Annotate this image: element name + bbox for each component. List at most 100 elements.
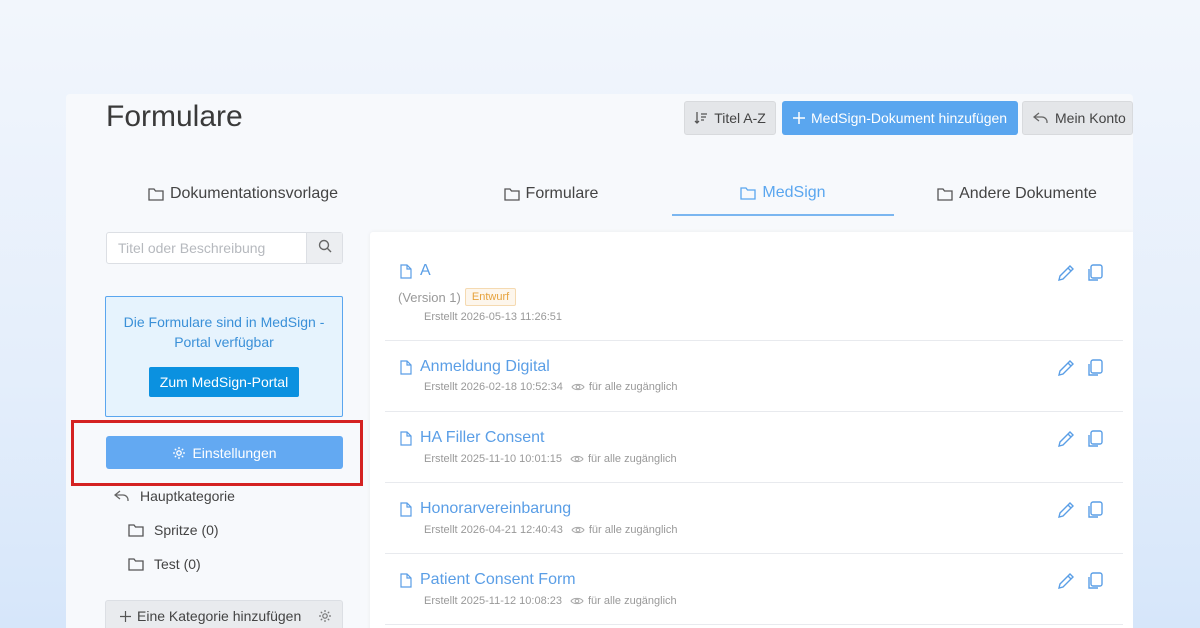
- settings-button[interactable]: Einstellungen: [106, 436, 343, 469]
- document-actions: [1047, 263, 1105, 283]
- eye-icon: [570, 454, 584, 464]
- document-title-link[interactable]: HA Filler Consent: [400, 429, 545, 447]
- document-meta: Erstellt 2026-02-18 10:52:34 für alle zu…: [424, 381, 678, 393]
- document-title: Patient Consent Form: [420, 571, 576, 588]
- document-title: Honorarvereinbarung: [420, 500, 572, 517]
- document-created: Erstellt 2026-04-21 12:40:43: [424, 524, 563, 536]
- tab-andere-dokumente[interactable]: Andere Dokumente: [906, 172, 1128, 216]
- sort-icon: [694, 111, 708, 125]
- tab-label: Formulare: [525, 185, 599, 202]
- reply-arrow-icon: [1033, 111, 1049, 125]
- document-row[interactable]: Anmeldung Digital Erstellt 2026-02-18 10…: [385, 341, 1123, 412]
- tab-label: Dokumentationsvorlage: [169, 185, 339, 202]
- tab-label: Andere Dokumente: [959, 185, 1097, 202]
- document-meta: Erstellt 2025-11-10 10:01:15 für alle zu…: [424, 453, 677, 465]
- document-actions: [1047, 429, 1105, 449]
- document-row[interactable]: A (Version 1) Entwurf Erstellt 2026-05-1…: [385, 232, 1123, 341]
- visibility: für alle zugänglich: [571, 524, 678, 536]
- category-item[interactable]: Spritze (0): [128, 522, 219, 538]
- category-label: Spritze (0): [154, 522, 219, 538]
- add-medsign-document-button[interactable]: MedSign-Dokument hinzufügen: [782, 101, 1018, 135]
- medsign-portal-button[interactable]: Zum MedSign-Portal: [148, 367, 300, 397]
- eye-icon: [571, 382, 585, 392]
- tab-bar: Dokumentationsvorlage Formulare MedSign …: [66, 172, 1133, 216]
- document-created: Erstellt 2026-02-18 10:52:34: [424, 381, 563, 393]
- document-created: Erstellt 2025-11-10 10:01:15: [424, 453, 562, 465]
- document-created: Erstellt 2025-11-12 10:08:23: [424, 595, 562, 607]
- document-actions: [1047, 500, 1105, 520]
- tab-medsign[interactable]: MedSign: [672, 172, 894, 216]
- sort-button[interactable]: Titel A-Z: [684, 101, 776, 135]
- main-category-link[interactable]: Hauptkategorie: [114, 488, 235, 504]
- document-title-link[interactable]: Anmeldung Digital: [400, 358, 550, 376]
- copy-icon[interactable]: [1085, 429, 1105, 449]
- visibility-label: für alle zugänglich: [588, 381, 678, 393]
- document-row[interactable]: HA Filler Consent Erstellt 2025-11-10 10…: [385, 412, 1123, 483]
- category-settings-gear-icon[interactable]: [318, 609, 332, 623]
- folder-icon: [128, 523, 144, 537]
- pencil-icon[interactable]: [1056, 263, 1076, 283]
- document-version: (Version 1): [398, 289, 461, 305]
- tab-formulare[interactable]: Formulare: [436, 172, 666, 216]
- document-title-link[interactable]: Honorarvereinbarung: [400, 500, 571, 518]
- document-title: Anmeldung Digital: [420, 358, 550, 375]
- info-text: Die Formulare sind in MedSign - Portal v…: [123, 314, 325, 350]
- gear-icon: [172, 446, 186, 460]
- document-icon: [400, 430, 412, 446]
- folder-icon: [503, 187, 520, 201]
- document-meta: Erstellt 2026-04-21 12:40:43 für alle zu…: [424, 524, 678, 536]
- copy-icon[interactable]: [1085, 500, 1105, 520]
- visibility: für alle zugänglich: [571, 381, 678, 393]
- document-actions: [1047, 358, 1105, 378]
- document-row[interactable]: Honorarvereinbarung Erstellt 2026-04-21 …: [385, 483, 1123, 554]
- tab-dokumentationsvorlage[interactable]: Dokumentationsvorlage: [106, 172, 380, 216]
- copy-icon[interactable]: [1085, 358, 1105, 378]
- document-icon: [400, 359, 412, 375]
- my-account-label: Mein Konto: [1055, 110, 1126, 126]
- pencil-icon[interactable]: [1056, 429, 1076, 449]
- pencil-icon[interactable]: [1056, 571, 1076, 591]
- visibility-label: für alle zugänglich: [588, 524, 678, 536]
- folder-icon: [937, 187, 953, 201]
- category-label: Test (0): [154, 556, 201, 572]
- tab-label: MedSign: [762, 184, 826, 201]
- visibility: für alle zugänglich: [570, 453, 677, 465]
- pencil-icon[interactable]: [1056, 358, 1076, 378]
- plus-icon: [792, 112, 805, 124]
- document-actions: [1047, 571, 1105, 591]
- plus-icon: [120, 610, 131, 622]
- visibility-label: für alle zugänglich: [588, 453, 677, 465]
- document-icon: [400, 572, 412, 588]
- search-box: [106, 232, 343, 264]
- reply-arrow-icon: [114, 489, 130, 503]
- draft-badge: Entwurf: [464, 288, 517, 306]
- document-version-row: (Version 1) Entwurf: [398, 288, 517, 306]
- settings-label: Einstellungen: [192, 444, 277, 461]
- search-input[interactable]: [107, 233, 306, 263]
- app-window: Formulare Titel A-Z MedSign-Dokument hin…: [66, 94, 1133, 628]
- eye-icon: [571, 525, 585, 535]
- my-account-button[interactable]: Mein Konto: [1022, 101, 1133, 135]
- document-list: A (Version 1) Entwurf Erstellt 2026-05-1…: [370, 232, 1133, 628]
- document-icon: [400, 501, 412, 517]
- document-title-link[interactable]: Patient Consent Form: [400, 571, 576, 589]
- add-category-label: Eine Kategorie hinzufügen: [137, 608, 302, 624]
- document-row[interactable]: Patient Consent Form Erstellt 2025-11-12…: [385, 554, 1123, 625]
- document-title: A: [420, 262, 431, 279]
- visibility: für alle zugänglich: [570, 595, 677, 607]
- category-item[interactable]: Test (0): [128, 556, 201, 572]
- sort-label: Titel A-Z: [714, 110, 766, 126]
- document-title-link[interactable]: A: [400, 262, 431, 280]
- search-icon: [318, 239, 332, 258]
- copy-icon[interactable]: [1085, 571, 1105, 591]
- visibility-label: für alle zugänglich: [588, 595, 677, 607]
- document-meta: Erstellt 2025-11-12 10:08:23 für alle zu…: [424, 595, 677, 607]
- document-created: Erstellt 2026-05-13 11:26:51: [424, 311, 562, 323]
- add-category-button[interactable]: Eine Kategorie hinzufügen: [105, 600, 343, 628]
- search-button[interactable]: [306, 233, 342, 263]
- add-document-label: MedSign-Dokument hinzufügen: [810, 110, 1008, 126]
- pencil-icon[interactable]: [1056, 500, 1076, 520]
- document-icon: [400, 263, 412, 279]
- medsign-info-box: Die Formulare sind in MedSign - Portal v…: [105, 296, 343, 417]
- copy-icon[interactable]: [1085, 263, 1105, 283]
